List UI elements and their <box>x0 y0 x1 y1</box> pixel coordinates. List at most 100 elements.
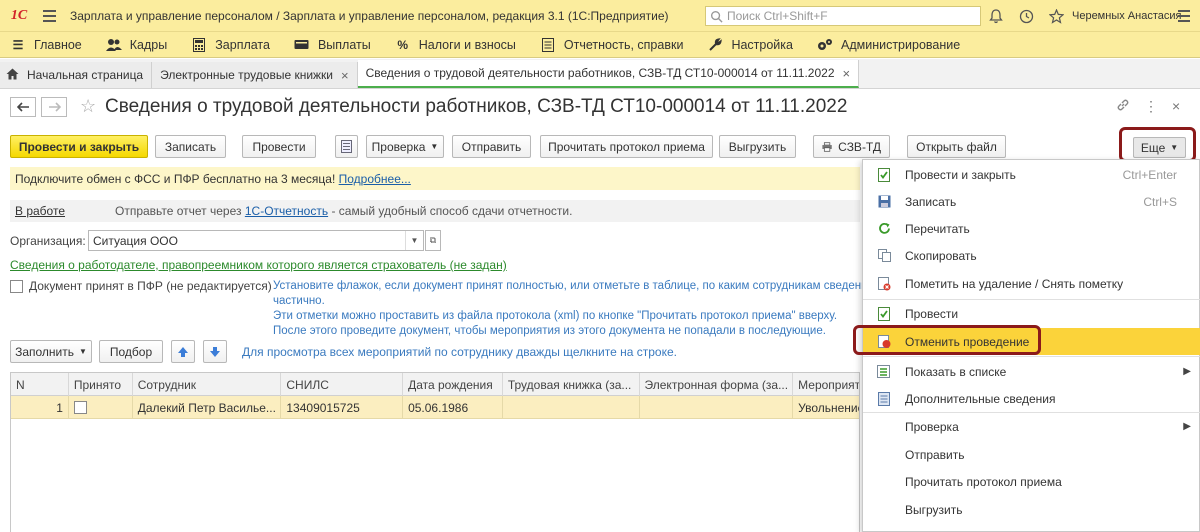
accepted-checkbox[interactable] <box>10 279 23 293</box>
menu-item-icon-spacer <box>877 503 891 517</box>
column-header[interactable]: Мероприят <box>793 373 859 396</box>
save-icon <box>877 195 891 209</box>
banner-more-link[interactable]: Подробнее... <box>339 172 411 186</box>
back-button[interactable] <box>10 97 36 117</box>
column-header[interactable]: Сотрудник <box>133 373 282 396</box>
section-taxes[interactable]: % Налоги и взносы <box>385 32 524 58</box>
column-header[interactable]: Трудовая книжка (за... <box>503 373 640 396</box>
1c-logo: 1С <box>10 7 28 23</box>
row-event: Увольнение <box>798 400 859 415</box>
main-menu-icon[interactable] <box>38 0 60 32</box>
document-state-link[interactable]: В работе <box>15 204 115 218</box>
section-payments[interactable]: Выплаты <box>284 32 379 58</box>
section-admin[interactable]: Администрирование <box>807 32 968 58</box>
note-line: частично. <box>273 295 325 307</box>
search-input[interactable]: Поиск Ctrl+Shift+F <box>705 6 981 26</box>
percent-icon: % <box>397 37 409 52</box>
menu-item-read-protocol[interactable]: Прочитать протокол приема <box>863 468 1200 495</box>
submenu-arrow-icon: ▶ <box>1183 366 1191 377</box>
tab-home[interactable]: Начальная страница <box>0 62 153 88</box>
favorites-star-icon[interactable] <box>1045 5 1067 27</box>
tab-label: Сведения о трудовой деятельности работни… <box>365 66 835 80</box>
open-file-button[interactable]: Открыть файл <box>907 135 1006 158</box>
menu-item-label: Отправить <box>905 447 965 462</box>
column-header[interactable]: Принято <box>69 373 133 396</box>
more-vertical-icon[interactable]: ⋮ <box>1144 98 1158 115</box>
history-icon[interactable] <box>1015 5 1037 27</box>
menu-item-post[interactable]: Провести <box>863 300 1200 327</box>
print-szv-td-button[interactable]: СЗВ-ТД <box>813 135 890 158</box>
employer-info-link[interactable]: Сведения о работодателе, правопреемником… <box>10 258 507 272</box>
user-name[interactable]: Черемных Анастасия <box>1072 10 1181 22</box>
menu-item-copy[interactable]: Скопировать <box>863 242 1200 269</box>
favorite-star-icon[interactable]: ☆ <box>80 96 96 117</box>
column-header[interactable]: СНИЛС <box>281 373 404 396</box>
tab-electronic-books[interactable]: Электронные трудовые книжки × <box>152 62 358 88</box>
organization-label: Организация: <box>10 234 86 248</box>
close-icon[interactable]: × <box>843 66 851 81</box>
post-button[interactable]: Провести <box>242 135 316 158</box>
row-accepted-checkbox[interactable] <box>73 401 87 414</box>
organization-field[interactable]: Ситуация ООО ▼ <box>88 230 424 251</box>
section-reports[interactable]: Отчетность, справки <box>530 32 692 58</box>
menu-item-post-and-close[interactable]: Провести и закрыть Ctrl+Enter <box>863 161 1200 188</box>
refresh-icon <box>877 222 891 236</box>
send-button[interactable]: Отправить <box>452 135 531 158</box>
menu-item-additional-info[interactable]: Дополнительные сведения <box>863 385 1200 412</box>
menu-item-check[interactable]: Проверка ▶ <box>863 413 1200 440</box>
menu-item-show-in-list[interactable]: Показать в списке ▶ <box>863 358 1200 385</box>
fill-dropdown-button[interactable]: Заполнить ▼ <box>10 340 92 363</box>
close-icon[interactable]: × <box>341 68 349 83</box>
menu-item-upload[interactable]: Выгрузить <box>863 496 1200 523</box>
bell-icon[interactable] <box>985 5 1007 27</box>
section-salary[interactable]: Зарплата <box>181 32 278 58</box>
move-up-button[interactable] <box>171 340 195 363</box>
button-label: СЗВ-ТД <box>838 139 881 154</box>
section-label: Выплаты <box>317 37 371 52</box>
button-label: Провести и закрыть <box>18 139 140 154</box>
accepted-checkbox-row[interactable]: Документ принят в ПФР (не редактируется) <box>10 279 272 293</box>
table-row[interactable]: 1 Далекий Петр Василье... 13409015725 05… <box>11 396 859 419</box>
menu-item-icon-spacer <box>877 448 891 462</box>
note-line: После этого проведите документ, чтобы ме… <box>273 325 826 337</box>
section-label: Зарплата <box>215 37 270 52</box>
row-snils: 13409015725 <box>281 396 404 419</box>
upload-button[interactable]: Выгрузить <box>719 135 796 158</box>
row-accepted-cell[interactable] <box>69 396 133 419</box>
menu-item-label: Выгрузить <box>905 502 963 517</box>
menu-item-label: Пометить на удаление / Снять пометку <box>905 276 1124 291</box>
read-protocol-button[interactable]: Прочитать протокол приема <box>540 135 713 158</box>
section-settings[interactable]: Настройка <box>697 32 801 58</box>
settings-menu-icon[interactable] <box>1172 4 1196 28</box>
post-and-close-button[interactable]: Провести и закрыть <box>10 135 148 158</box>
list-view-button[interactable] <box>335 135 358 158</box>
section-main[interactable]: ☰ Главное <box>0 32 90 58</box>
status-hint-before: Отправьте отчет через <box>115 204 242 218</box>
close-window-icon[interactable]: × <box>1172 98 1180 115</box>
check-dropdown-button[interactable]: Проверка ▼ <box>366 135 444 158</box>
tab-szv-td[interactable]: Сведения о трудовой деятельности работни… <box>357 60 860 88</box>
chevron-down-icon[interactable]: ▼ <box>405 231 423 250</box>
link-icon[interactable] <box>1116 98 1130 115</box>
section-hr[interactable]: Кадры <box>96 32 175 58</box>
menu-item-reread[interactable]: Перечитать <box>863 215 1200 242</box>
button-label: Отправить <box>461 139 522 154</box>
move-down-button[interactable] <box>203 340 227 363</box>
open-organization-icon[interactable]: ⧉ <box>425 230 441 251</box>
section-label: Кадры <box>129 37 168 52</box>
forward-button[interactable] <box>41 97 67 117</box>
select-button[interactable]: Подбор <box>99 340 163 363</box>
menu-item-save[interactable]: Записать Ctrl+S <box>863 188 1200 215</box>
column-header[interactable]: N <box>11 373 69 396</box>
button-label: Выгрузить <box>728 139 787 154</box>
column-header[interactable]: Дата рождения <box>403 373 503 396</box>
reporting-service-link[interactable]: 1С-Отчетность <box>245 204 328 218</box>
wrench-icon <box>707 37 723 53</box>
button-label: Записать <box>164 139 217 154</box>
menu-item-send[interactable]: Отправить <box>863 441 1200 468</box>
search-placeholder: Поиск Ctrl+Shift+F <box>727 9 828 23</box>
save-button[interactable]: Записать <box>155 135 226 158</box>
menu-item-mark-delete[interactable]: Пометить на удаление / Снять пометку <box>863 270 1200 297</box>
more-button-highlight <box>1119 127 1196 162</box>
column-header[interactable]: Электронная форма (за... <box>640 373 794 396</box>
